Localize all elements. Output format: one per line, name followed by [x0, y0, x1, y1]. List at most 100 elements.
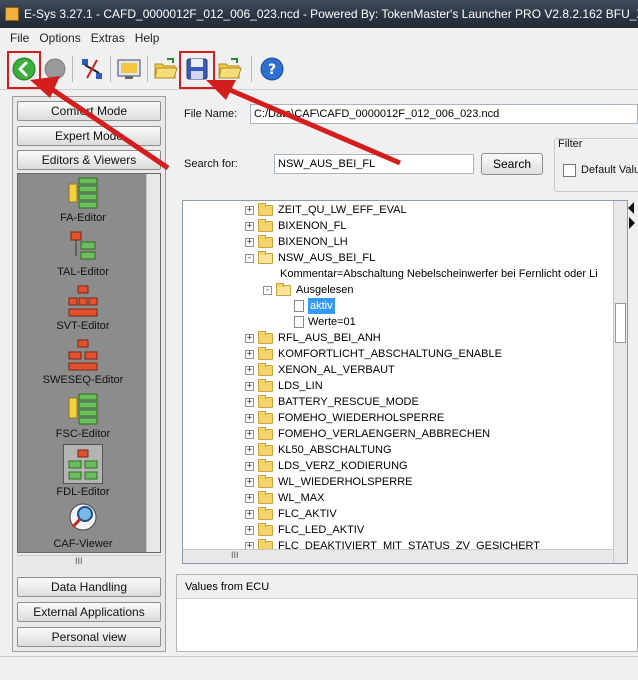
open-button[interactable]	[152, 55, 180, 83]
expand-icon[interactable]: +	[245, 333, 254, 343]
tree-row[interactable]: + FOMEHO_VERLAENGERN_ABBRECHEN	[245, 426, 490, 442]
expand-icon[interactable]: +	[245, 381, 254, 391]
menu-bar: File Options Extras Help	[0, 28, 638, 48]
menu-file[interactable]: File	[0, 31, 34, 45]
editors-vertical-scrollbar[interactable]	[146, 174, 160, 552]
tree-row[interactable]: - Ausgelesen	[263, 282, 354, 298]
fsc-editor-item[interactable]: FSC-Editor	[18, 392, 148, 440]
tree-row[interactable]: + FLC_LED_AKTIV	[245, 522, 364, 538]
expand-icon[interactable]: +	[245, 349, 254, 359]
expand-icon[interactable]: +	[245, 525, 254, 535]
tree-row[interactable]: + LDS_VERZ_KODIERUNG	[245, 458, 408, 474]
expand-icon[interactable]: +	[245, 413, 254, 423]
expand-icon[interactable]: +	[245, 461, 254, 471]
tree-scroll-thumb[interactable]	[615, 303, 626, 343]
personal-view-button[interactable]: Personal view	[17, 627, 161, 647]
fdl-editor-item[interactable]: FDL-Editor	[18, 444, 148, 498]
menu-help[interactable]: Help	[130, 31, 165, 45]
expand-icon[interactable]: +	[245, 445, 254, 455]
svt-editor-label: SVT-Editor	[56, 320, 110, 332]
tree-row[interactable]: Kommentar=Abschaltung Nebelscheinwerfer …	[263, 266, 598, 282]
tree-node-label: BIXENON_FL	[278, 220, 347, 232]
tree-node-label: LDS_VERZ_KODIERUNG	[278, 460, 408, 472]
tree-side-arrows[interactable]	[625, 200, 638, 230]
tree-node-label: XENON_AL_VERBAUT	[278, 364, 395, 376]
editors-viewers-button[interactable]: Editors & Viewers	[17, 150, 161, 170]
tree-node-label: Ausgelesen	[296, 284, 354, 296]
tree-row[interactable]: + XENON_AL_VERBAUT	[245, 362, 395, 378]
search-label: Search for:	[184, 158, 238, 170]
default-value-checkbox[interactable]	[563, 164, 576, 177]
tree-row[interactable]: + KL50_ABSCHALTUNG	[245, 442, 392, 458]
expand-icon[interactable]: +	[245, 205, 254, 215]
expand-icon[interactable]: +	[245, 429, 254, 439]
tree-row[interactable]: - NSW_AUS_BEI_FL	[245, 250, 375, 266]
fa-editor-item[interactable]: FA-Editor	[18, 176, 148, 224]
app-icon	[5, 7, 19, 21]
comfort-mode-button[interactable]: Comfort Mode	[17, 101, 161, 121]
menu-extras[interactable]: Extras	[86, 31, 130, 45]
expand-icon[interactable]: +	[245, 493, 254, 503]
tree-node-label: BATTERY_RESCUE_MODE	[278, 396, 419, 408]
tree-row[interactable]: + KOMFORTLICHT_ABSCHALTUNG_ENABLE	[245, 346, 502, 362]
document-icon	[294, 300, 304, 312]
scroll-grip: III	[75, 556, 83, 566]
tree-node-label: FOMEHO_VERLAENGERN_ABBRECHEN	[278, 428, 491, 440]
tree-row[interactable]: + WL_WIEDERHOLSPERRE	[245, 474, 412, 490]
tree-node-label: FLC_AKTIV	[278, 508, 337, 520]
folder-open-icon	[258, 250, 273, 264]
editors-horizontal-scrollbar[interactable]: III	[17, 555, 161, 569]
tree-vertical-scrollbar[interactable]	[613, 201, 627, 563]
monitor-button[interactable]	[115, 55, 143, 83]
tree-horizontal-scrollbar[interactable]: III	[183, 549, 613, 563]
tree-row[interactable]: Werte=01	[281, 314, 356, 330]
tree-row[interactable]: + LDS_LIN	[245, 378, 323, 394]
tree-node-label: KL50_ABSCHALTUNG	[278, 444, 392, 456]
tree-row[interactable]: + WL_MAX	[245, 490, 324, 506]
menu-options[interactable]: Options	[34, 31, 85, 45]
help-button[interactable]: ?	[258, 55, 286, 83]
folder-icon	[258, 202, 273, 216]
connect-button[interactable]	[78, 55, 106, 83]
tree-row[interactable]: + RFL_AUS_BEI_ANH	[245, 330, 381, 346]
open-button-2[interactable]	[216, 55, 244, 83]
folder-open-icon	[276, 282, 291, 296]
folder-icon	[258, 378, 273, 392]
data-handling-button[interactable]: Data Handling	[17, 577, 161, 597]
file-name-field[interactable]: C:/Data\CAF\CAFD_0000012F_012_006_023.nc…	[250, 104, 638, 124]
collapse-icon[interactable]: -	[245, 253, 254, 263]
svt-editor-item[interactable]: SVT-Editor	[18, 284, 148, 332]
default-value-label: Default Valu	[581, 164, 638, 176]
expand-icon[interactable]: +	[245, 397, 254, 407]
status-bar	[0, 656, 638, 680]
help-icon: ?	[260, 57, 284, 81]
tree-row[interactable]: + ZEIT_QU_LW_EFF_EVAL	[245, 202, 407, 218]
folder-icon	[258, 346, 273, 360]
folder-icon	[258, 522, 273, 536]
caf-viewer-item[interactable]: CAF-Viewer	[18, 502, 148, 550]
expand-icon[interactable]: +	[245, 237, 254, 247]
expand-icon[interactable]: +	[245, 509, 254, 519]
external-applications-button[interactable]: External Applications	[17, 602, 161, 622]
tal-editor-item[interactable]: TAL-Editor	[18, 230, 148, 278]
tree-row[interactable]: + FOMEHO_WIEDERHOLSPERRE	[245, 410, 444, 426]
collapse-icon[interactable]: -	[263, 285, 272, 295]
tree-row[interactable]: aktiv	[281, 298, 335, 314]
folder-icon	[258, 490, 273, 504]
expand-icon[interactable]: +	[245, 365, 254, 375]
tree-node-label: Kommentar=Abschaltung Nebelscheinwerfer …	[280, 268, 598, 280]
fa-editor-label: FA-Editor	[60, 212, 106, 224]
folder-icon	[258, 442, 273, 456]
stop-button[interactable]	[41, 55, 69, 83]
expand-icon[interactable]: +	[245, 221, 254, 231]
tree-row[interactable]: + BATTERY_RESCUE_MODE	[245, 394, 419, 410]
sweseq-editor-item[interactable]: SWESEQ-Editor	[18, 338, 148, 386]
tree-row[interactable]: + FLC_AKTIV	[245, 506, 337, 522]
tree-row[interactable]: + BIXENON_FL	[245, 218, 346, 234]
tree-node-label: Werte=01	[308, 316, 356, 328]
expand-icon[interactable]: +	[245, 477, 254, 487]
tree-row[interactable]: + BIXENON_LH	[245, 234, 348, 250]
search-input[interactable]: NSW_AUS_BEI_FL	[274, 154, 474, 174]
expert-mode-button[interactable]: Expert Mode	[17, 126, 161, 146]
search-button[interactable]: Search	[481, 153, 543, 175]
